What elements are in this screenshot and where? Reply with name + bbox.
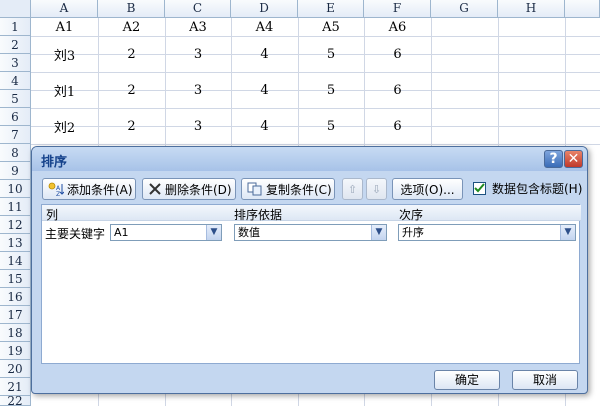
- cell-b6[interactable]: 2: [98, 108, 165, 144]
- row-header[interactable]: 5: [0, 90, 31, 108]
- cell-d4[interactable]: 4: [231, 72, 298, 108]
- cancel-button[interactable]: 取消: [512, 370, 578, 390]
- cell-c4[interactable]: 3: [165, 72, 231, 108]
- cell-c6[interactable]: 3: [165, 108, 231, 144]
- row-header[interactable]: 9: [0, 162, 31, 180]
- sort-levels-list: 列 排序依据 次序 主要关键字 A1 ▼ 数值 ▼ 升序 ▼: [41, 204, 581, 364]
- row-header[interactable]: 3: [0, 54, 31, 72]
- move-up-button[interactable]: ⇧: [342, 178, 363, 200]
- sort-column-value: A1: [114, 226, 129, 239]
- row-header[interactable]: 4: [0, 72, 31, 90]
- row-header[interactable]: 22: [0, 394, 31, 406]
- add-level-button[interactable]: A Z 添加条件(A): [42, 178, 136, 200]
- list-header: 列 排序依据 次序: [42, 205, 581, 222]
- sort-on-value: 数值: [238, 226, 260, 239]
- row-header[interactable]: 15: [0, 270, 31, 288]
- column-header-e[interactable]: E: [298, 0, 364, 18]
- ok-button[interactable]: 确定: [434, 370, 500, 390]
- cell-c1[interactable]: A3: [165, 18, 231, 36]
- arrow-up-icon: ⇧: [347, 182, 358, 196]
- delete-x-icon: [148, 182, 162, 196]
- cell-e2[interactable]: 5: [298, 36, 364, 72]
- delete-level-label: 删除条件(D): [165, 182, 232, 197]
- sort-on-header-label: 排序依据: [234, 208, 283, 222]
- row-header[interactable]: 16: [0, 288, 31, 306]
- row-header[interactable]: 1: [0, 18, 31, 36]
- row-header[interactable]: 11: [0, 198, 31, 216]
- row-header[interactable]: 2: [0, 36, 31, 54]
- row-header[interactable]: 18: [0, 324, 31, 342]
- sort-dialog: 排序 ? ✕ A Z 添加条件(A) 删除条件(D) 复制条件(C) ⇧ ⇩ 选…: [31, 146, 588, 394]
- column-header-c[interactable]: C: [165, 0, 231, 18]
- sort-by-label: 主要关键字: [45, 227, 106, 241]
- column-header-i[interactable]: [565, 0, 600, 18]
- add-level-label: 添加条件(A): [67, 182, 133, 197]
- cell-b1[interactable]: A2: [98, 18, 165, 36]
- cell-b2[interactable]: 2: [98, 36, 165, 72]
- dialog-titlebar[interactable]: 排序 ? ✕: [32, 147, 587, 171]
- cell-a6[interactable]: 刘2: [31, 108, 98, 144]
- add-level-icon: A Z: [48, 182, 65, 198]
- cell-a1[interactable]: A1: [31, 18, 98, 36]
- chevron-down-icon: ▼: [560, 225, 575, 240]
- column-header-d[interactable]: D: [231, 0, 298, 18]
- cell-f6[interactable]: 6: [364, 108, 431, 144]
- move-down-button[interactable]: ⇩: [366, 178, 387, 200]
- cell-b4[interactable]: 2: [98, 72, 165, 108]
- cell-a4[interactable]: 刘1: [31, 72, 98, 108]
- select-all-corner[interactable]: [0, 0, 31, 18]
- column-header-h[interactable]: H: [498, 0, 565, 18]
- cell-e6[interactable]: 5: [298, 108, 364, 144]
- order-select[interactable]: 升序 ▼: [398, 224, 576, 241]
- close-button[interactable]: ✕: [564, 150, 583, 168]
- row-header[interactable]: 17: [0, 306, 31, 324]
- header-checkbox[interactable]: [473, 182, 486, 195]
- header-checkbox-group[interactable]: 数据包含标题(H): [473, 180, 582, 197]
- cell-f4[interactable]: 6: [364, 72, 431, 108]
- row-header[interactable]: 10: [0, 180, 31, 198]
- cell-e1[interactable]: A5: [298, 18, 364, 36]
- row-header[interactable]: 14: [0, 252, 31, 270]
- dialog-title: 排序: [41, 155, 68, 170]
- chevron-down-icon: ▼: [206, 225, 221, 240]
- copy-icon: [247, 182, 263, 196]
- arrow-down-icon: ⇩: [371, 182, 382, 196]
- row-header[interactable]: 20: [0, 360, 31, 378]
- row-header[interactable]: 8: [0, 144, 31, 162]
- copy-level-label: 复制条件(C): [266, 182, 332, 197]
- row-header[interactable]: 12: [0, 216, 31, 234]
- order-header-label: 次序: [399, 208, 424, 222]
- row-header[interactable]: 7: [0, 126, 31, 144]
- chevron-down-icon: ▼: [371, 225, 386, 240]
- column-header-label: 列: [46, 208, 59, 222]
- header-checkbox-label: 数据包含标题(H): [492, 182, 583, 196]
- order-value: 升序: [402, 226, 424, 239]
- cell-d1[interactable]: A4: [231, 18, 298, 36]
- copy-level-button[interactable]: 复制条件(C): [241, 178, 335, 200]
- options-button[interactable]: 选项(O)...: [392, 178, 463, 200]
- column-header-f[interactable]: F: [364, 0, 431, 18]
- cell-c2[interactable]: 3: [165, 36, 231, 72]
- cell-f2[interactable]: 6: [364, 36, 431, 72]
- help-button[interactable]: ?: [544, 150, 563, 168]
- sort-on-select[interactable]: 数值 ▼: [234, 224, 387, 241]
- cell-f1[interactable]: A6: [364, 18, 431, 36]
- column-header-b[interactable]: B: [98, 0, 165, 18]
- row-header[interactable]: 6: [0, 108, 31, 126]
- cell-e4[interactable]: 5: [298, 72, 364, 108]
- row-header[interactable]: 13: [0, 234, 31, 252]
- column-header-g[interactable]: G: [431, 0, 498, 18]
- delete-level-button[interactable]: 删除条件(D): [142, 178, 236, 200]
- cell-d6[interactable]: 4: [231, 108, 298, 144]
- column-header-a[interactable]: A: [31, 0, 98, 18]
- sort-column-select[interactable]: A1 ▼: [110, 224, 222, 241]
- cell-d2[interactable]: 4: [231, 36, 298, 72]
- cell-a2[interactable]: 刘3: [31, 36, 98, 72]
- row-header[interactable]: 19: [0, 342, 31, 360]
- svg-text:Z: Z: [56, 191, 60, 196]
